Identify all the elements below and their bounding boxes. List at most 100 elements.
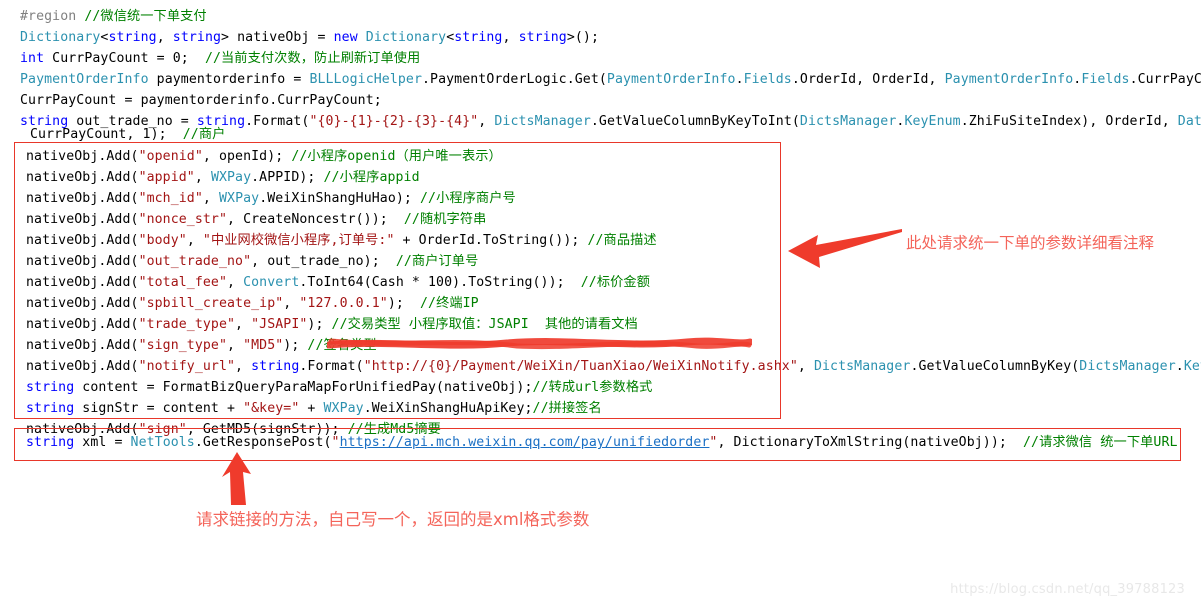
code-token: , (283, 296, 300, 311)
code-token: //商品描述 (587, 233, 657, 248)
code-token: #region (20, 9, 85, 24)
code-token: , (227, 275, 244, 290)
code-token: ); (387, 296, 420, 311)
code-token: //终端IP (419, 296, 479, 311)
code-token: BLLLogicHelper (309, 72, 422, 87)
line-add-notify-url: nativeObj.Add("notify_url", string.Forma… (26, 356, 1201, 377)
code-token: nativeObj.Add( (26, 275, 139, 290)
code-token: string (108, 30, 157, 45)
line-content: string content = FormatBizQueryParaMapFo… (26, 377, 652, 398)
code-token: "sign_type" (138, 338, 227, 353)
code-token: .OrderId, OrderId, (791, 72, 945, 87)
line-add-trade-type: nativeObj.Add("trade_type", "JSAPI"); //… (26, 314, 638, 335)
line-signstr: string signStr = content + "&key=" + WXP… (26, 398, 602, 419)
code-token: + OrderId.ToString()); (394, 233, 588, 248)
annotation-note-parameters: 此处请求统一下单的参数详细看注释 (906, 234, 1155, 252)
code-token: , (797, 359, 814, 374)
code-token: KeyEnum (904, 114, 961, 129)
code-token: " (331, 435, 340, 450)
code-token: "body" (138, 233, 187, 248)
code-token: signStr = content + (82, 401, 244, 416)
line-add-sign-type: nativeObj.Add("sign_type", "MD5"); //签名类… (26, 335, 377, 356)
code-token: , (186, 233, 203, 248)
annotation-note-request: 请求链接的方法，自己写一个，返回的是xml格式参数 (196, 510, 590, 529)
code-token: "nonce_str" (138, 212, 227, 227)
code-token: nativeObj.Add( (26, 317, 139, 332)
code-token: nativeObj.Add( (26, 254, 139, 269)
code-token: DictsManager (813, 359, 911, 374)
code-token: .APPID); (251, 170, 324, 185)
code-token: , DictionaryToXmlString(nativeObj)); (717, 435, 1023, 450)
code-token: //拼接签名 (532, 401, 602, 416)
line-add-mch-id: nativeObj.Add("mch_id", WXPay.WeiXinShan… (26, 188, 516, 209)
code-token: , out_trade_no); (251, 254, 396, 269)
line-currpaycount-assign: CurrPayCount = paymentorderinfo.CurrPayC… (20, 90, 382, 111)
code-token: nativeObj.Add( (26, 338, 139, 353)
code-token: "out_trade_no" (138, 254, 252, 269)
line-currpaycount-init: int CurrPayCount = 0; //当前支付次数，防止刷新订单使用 (20, 48, 420, 69)
code-token: .CurrPayCoun (1129, 72, 1201, 87)
code-token: string (454, 30, 503, 45)
code-token: nativeObj.Add( (26, 233, 139, 248)
code-token: WXPay (210, 170, 252, 185)
code-token: "notify_url" (138, 359, 236, 374)
code-token: , (235, 317, 252, 332)
code-token: nativeObj.Add( (26, 212, 139, 227)
code-token: string (251, 359, 300, 374)
code-token: content = FormatBizQueryParaMapForUnifie… (82, 380, 533, 395)
code-token: "mch_id" (138, 191, 203, 206)
code-token: WXPay (323, 401, 364, 416)
code-token: , (202, 191, 219, 206)
code-token: KeyEnum (1183, 359, 1201, 374)
code-token: //当前支付次数，防止刷新订单使用 (204, 51, 421, 66)
code-token: .WeiXinShangHuApiKey; (363, 401, 533, 416)
code-token: string (26, 401, 83, 416)
code-token: .Format( (245, 114, 310, 129)
code-token: //转成url参数格式 (532, 380, 653, 395)
code-token: "trade_type" (138, 317, 236, 332)
code-token: CurrPayCount = paymentorderinfo.CurrPayC… (20, 93, 382, 108)
code-token: nativeObj.Add( (26, 359, 139, 374)
line-region: #region //微信统一下单支付 (20, 6, 207, 27)
code-token: string (518, 30, 567, 45)
code-token: .GetValueColumnByKey( (910, 359, 1080, 374)
code-token: "openid" (138, 149, 203, 164)
blog-watermark: https://blog.csdn.net/qq_39788123 (950, 582, 1185, 597)
code-token: ); (283, 338, 308, 353)
code-token: , (227, 338, 244, 353)
code-token: //请求微信 统一下单URL (1022, 435, 1178, 450)
line-dictionary-decl: Dictionary<string, string> nativeObj = n… (20, 27, 599, 48)
line-currpaycount-args: CurrPayCount, 1); //商户 (30, 124, 225, 145)
code-editor-surface: #region //微信统一下单支付 Dictionary<string, str… (0, 0, 1201, 603)
code-token: nativeObj.Add( (26, 149, 139, 164)
code-token: //签名类型 (307, 338, 377, 353)
code-token: new (333, 30, 366, 45)
code-token: nativeObj.Add( (26, 191, 139, 206)
code-token: "MD5" (243, 338, 284, 353)
code-token: int (20, 51, 53, 66)
code-token[interactable]: https://api.mch.weixin.qq.com/pay/unifie… (340, 435, 710, 450)
code-token: >(); (566, 30, 599, 45)
code-token: , (194, 170, 211, 185)
code-token: CurrPayCount, 1); (30, 127, 183, 142)
code-token: . (1175, 359, 1184, 374)
code-token: PaymentOrderInfo (20, 72, 149, 87)
code-token: ); (307, 317, 332, 332)
code-token: DictsManager (799, 114, 897, 129)
code-token: "JSAPI" (251, 317, 308, 332)
code-token: DateTi (1177, 114, 1201, 129)
code-token: string (26, 380, 83, 395)
code-token: , openId); (202, 149, 292, 164)
code-token: Dictionary (20, 30, 101, 45)
line-add-openid: nativeObj.Add("openid", openId); //小程序op… (26, 146, 502, 167)
code-token: Fields (1081, 72, 1130, 87)
code-token: //商户 (182, 127, 226, 142)
line-add-appid: nativeObj.Add("appid", WXPay.APPID); //小… (26, 167, 420, 188)
line-add-total-fee: nativeObj.Add("total_fee", Convert.ToInt… (26, 272, 650, 293)
code-token: , (156, 30, 173, 45)
code-token: NetTools (130, 435, 195, 450)
code-token: "&key=" (243, 401, 300, 416)
code-token: .Format( (299, 359, 364, 374)
line-xml-request: string xml = NetTools.GetResponsePost("h… (26, 432, 1178, 453)
code-token: "appid" (138, 170, 195, 185)
